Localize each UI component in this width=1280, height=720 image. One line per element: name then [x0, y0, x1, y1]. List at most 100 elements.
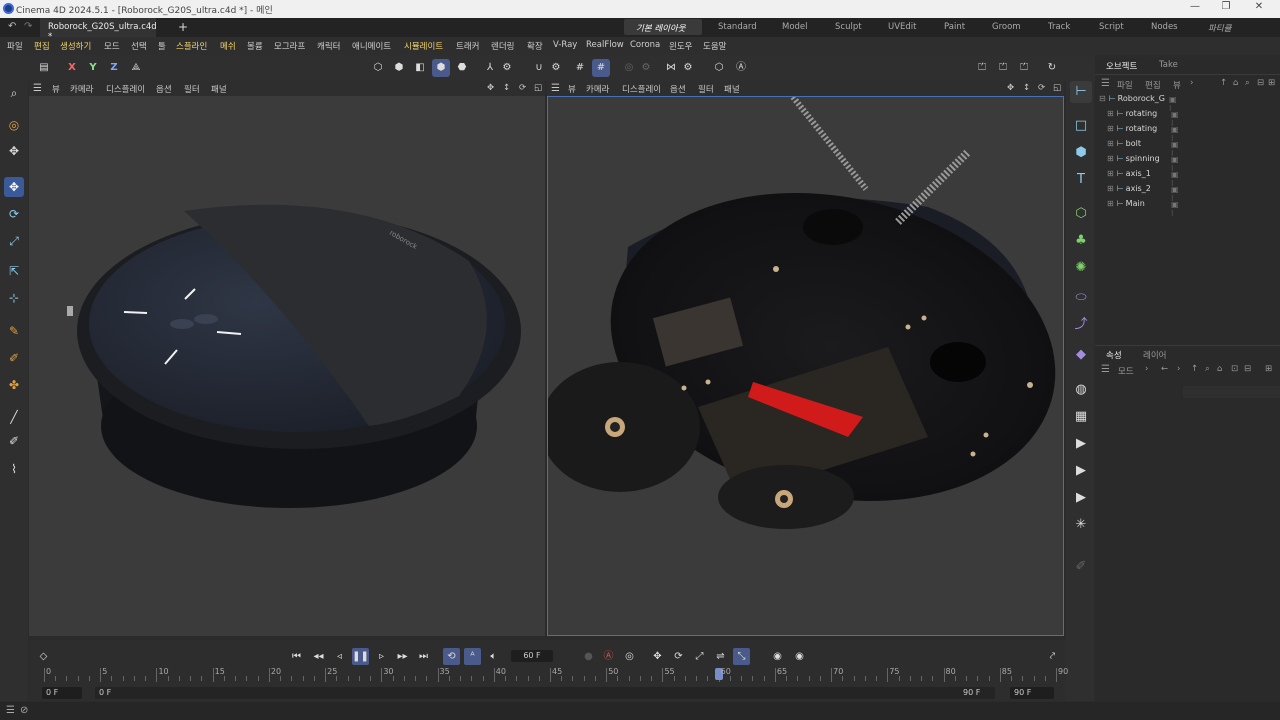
object-row[interactable]: ⊞ ⊢ axis_2 ▣ ⁝ [1107, 184, 1179, 203]
menu-volume[interactable]: 볼륨 [247, 40, 263, 52]
dolly-view-icon[interactable]: ↕ [503, 83, 510, 93]
menu-tools[interactable]: 툴 [158, 40, 166, 52]
panel-menu-icon[interactable]: ☰ [1101, 78, 1110, 89]
menu-render[interactable]: 렌더링 [491, 40, 514, 52]
pan-view-icon[interactable]: ✥ [487, 83, 494, 93]
menu-help[interactable]: 도움말 [703, 40, 726, 52]
go-to-end-icon[interactable]: ⏭ [415, 648, 432, 665]
menu-mesh[interactable]: 메쉬 [220, 40, 236, 52]
effector-icon[interactable]: ✺ [1070, 257, 1092, 279]
polygon-pen-icon[interactable]: ✤ [4, 375, 24, 395]
layout-groom[interactable]: Groom [992, 22, 1021, 32]
menu-mograph[interactable]: 모그라프 [274, 40, 305, 52]
layout-standard[interactable]: Standard [718, 22, 757, 32]
prev-frame-icon[interactable]: ◃ [331, 648, 348, 665]
viewport-menu-options[interactable]: 옵션 [670, 83, 686, 95]
pan-view-icon[interactable]: ✥ [1007, 83, 1014, 93]
panel-menu-icon[interactable]: ☰ [1101, 364, 1110, 375]
search-icon[interactable]: ⌕ [1245, 78, 1250, 88]
redo-icon[interactable]: ↷ [24, 21, 32, 32]
viewport-menu-camera[interactable]: 카메라 [586, 83, 609, 95]
menu-create[interactable]: 생성하기 [60, 40, 91, 52]
transfer-tool-icon[interactable]: ⇱ [4, 261, 24, 281]
add-tab-button[interactable]: + [178, 20, 188, 34]
pause-button[interactable]: ❚❚ [352, 648, 369, 665]
arrow-up-icon[interactable]: ↑ [1220, 78, 1227, 88]
menu-vray[interactable]: V-Ray [553, 40, 577, 50]
menu-mode[interactable]: 모드 [104, 40, 120, 52]
chevron-right-icon[interactable]: › [1145, 364, 1148, 374]
layout-track[interactable]: Track [1048, 22, 1070, 32]
dolly-view-icon[interactable]: ↕ [1023, 83, 1030, 93]
object-row[interactable]: ⊞ ⊢ axis_1 ▣ ⁝ [1107, 169, 1179, 188]
menu-simulate[interactable]: 시뮬레이트 [404, 40, 443, 52]
viewport-menu-filter[interactable]: 필터 [184, 83, 200, 95]
camera-icon[interactable]: ▶ [1070, 433, 1092, 455]
left-viewport[interactable]: roborock [29, 96, 545, 636]
tab-take[interactable]: Take [1159, 60, 1178, 70]
obj-menu-edit[interactable]: 편집 [1145, 79, 1161, 91]
search-icon[interactable]: ⌕ [1205, 364, 1210, 374]
maximize-view-icon[interactable]: ◱ [534, 83, 542, 93]
rotation-key-icon[interactable]: ⟳ [670, 648, 687, 665]
layout-particles[interactable]: 파티클 [1208, 22, 1231, 34]
attr-mode-menu[interactable]: 모드 [1118, 365, 1134, 377]
menu-spline[interactable]: 스플라인 [176, 40, 207, 52]
snap-grid-icon[interactable]: # [592, 59, 610, 77]
prev-key-icon[interactable]: ◂◂ [310, 648, 327, 665]
coordinate-system-icon[interactable]: ⟁ [127, 59, 145, 77]
tab-attributes[interactable]: 속성 [1106, 349, 1122, 361]
sound-icon[interactable]: 🔈︎ [485, 648, 502, 665]
magnet-settings-icon[interactable]: ⚙ [547, 59, 565, 77]
end-frame-field[interactable]: 90 F [1010, 687, 1054, 699]
search-icon[interactable]: ⌕ [4, 83, 24, 103]
object-row-root[interactable]: ⊟ ⊢ Roborock_G ▣ ⁝ [1099, 94, 1177, 113]
object-row[interactable]: ⊞ ⊢ rotating ▣ ⁝ [1107, 124, 1179, 143]
menu-corona[interactable]: Corona [630, 40, 660, 50]
point-level-icon[interactable]: ⤡ [733, 648, 750, 665]
viewport-menu-icon[interactable]: ☰ [33, 83, 42, 94]
playback-range-icon[interactable]: ᴬ [464, 648, 481, 665]
object-row[interactable]: ⊞ ⊢ Main ▣ ⁝ [1107, 199, 1179, 218]
grid-icon[interactable]: # [571, 59, 589, 77]
render-region-icon[interactable]: ⏍ [973, 59, 991, 77]
chevron-right-icon[interactable]: › [1190, 78, 1193, 88]
object-row[interactable]: ⊞ ⊢ spinning ▣ ⁝ [1107, 154, 1179, 173]
timeline-options-icon[interactable]: ⤤ [1044, 648, 1061, 665]
viewport-menu-view[interactable]: 뷰 [52, 83, 60, 95]
object-manager-icon[interactable]: ▤ [35, 59, 53, 77]
layout-default[interactable]: 기본 레이아웃 [636, 22, 686, 34]
layout-uvedit[interactable]: UVEdit [888, 22, 917, 32]
layout-sculpt[interactable]: Sculpt [835, 22, 862, 32]
placement-tool-icon[interactable]: ⊹ [4, 288, 24, 308]
texture-mode-icon[interactable]: ⬣ [453, 59, 471, 77]
cube-object-icon[interactable]: ⬢ [1070, 142, 1092, 164]
lock-z-button[interactable]: Z [105, 59, 123, 77]
menu-select[interactable]: 선택 [131, 40, 147, 52]
keyframe-icon[interactable]: ◇ [35, 648, 52, 665]
tab-document[interactable]: Roborock_G20S_ultra.c4d * [40, 18, 157, 42]
hierarchy-icon[interactable]: ⊢ [1070, 81, 1092, 103]
bend-deformer-icon[interactable]: ⤴ [1070, 314, 1092, 336]
workplane-icon[interactable]: ◎ [620, 59, 638, 77]
model-mode-icon[interactable]: ⬢ [432, 59, 450, 77]
render-settings-icon[interactable]: ⏍ [1015, 59, 1033, 77]
arrow-up-icon[interactable]: ↑ [1191, 364, 1198, 374]
magnet-icon[interactable]: ∪ [530, 59, 548, 77]
sculpt-pull-icon[interactable]: ✐ [4, 431, 24, 451]
start-frame-field[interactable]: 0 F [42, 687, 82, 699]
viewport-menu-view[interactable]: 뷰 [568, 83, 576, 95]
move-tool-icon[interactable]: ✥ [4, 177, 24, 197]
text-object-icon[interactable]: T [1070, 169, 1092, 191]
maximize-view-icon[interactable]: ◱ [1053, 83, 1061, 93]
go-to-start-icon[interactable]: ⏮ [288, 648, 305, 665]
object-row[interactable]: ⊞ ⊢ rotating ▣ ⁝ [1107, 109, 1179, 128]
viewport-menu-panel[interactable]: 패널 [724, 83, 740, 95]
menu-edit[interactable]: 편집 [34, 40, 50, 52]
menu-window[interactable]: 윈도우 [669, 40, 692, 52]
record-active-icon[interactable]: ● [580, 648, 597, 665]
close-button[interactable]: ✕ [1244, 1, 1274, 17]
bookmark-icon[interactable]: ⌂ [1217, 364, 1222, 374]
generator-icon[interactable]: ⬡ [1070, 203, 1092, 225]
scene-icon[interactable]: ▦ [1070, 406, 1092, 428]
